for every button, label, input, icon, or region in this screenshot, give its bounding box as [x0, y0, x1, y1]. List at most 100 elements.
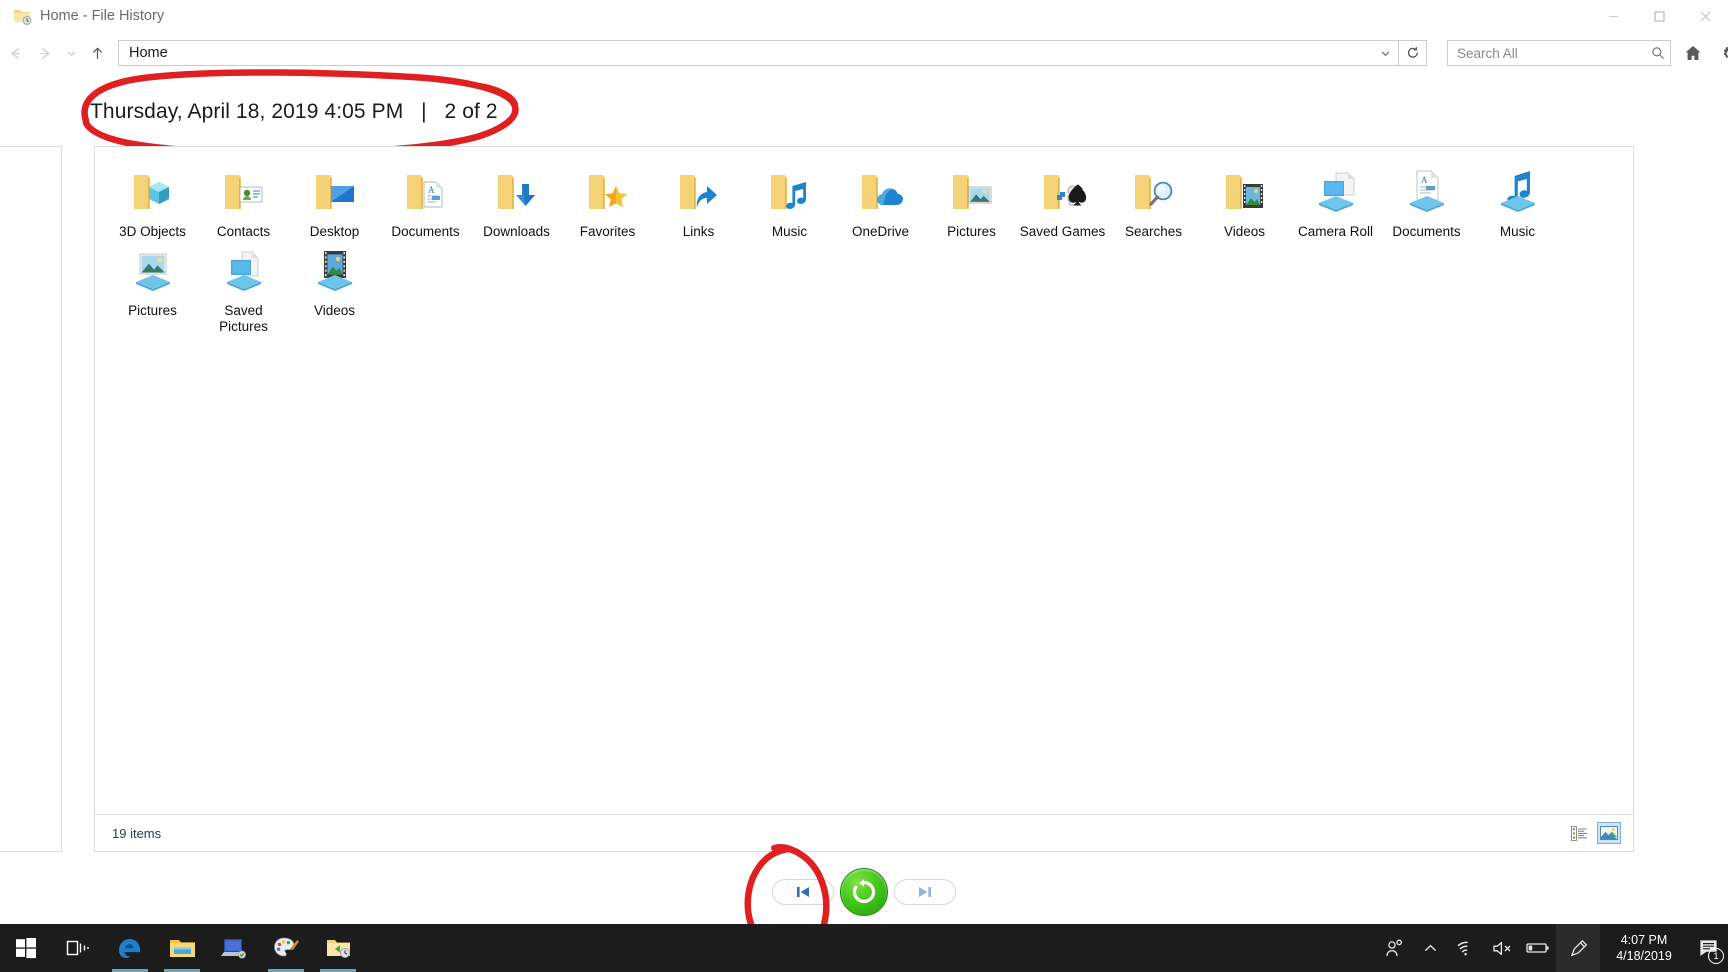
search-box[interactable]: Search All	[1447, 40, 1671, 66]
file-item[interactable]: Desktop	[289, 161, 380, 240]
file-item[interactable]: Saved Pictures	[198, 240, 289, 335]
file-item[interactable]: 3D Objects	[107, 161, 198, 240]
content-pane: 3D Objects Contacts Desktop A Documents Downl…	[94, 146, 1634, 852]
battery-icon[interactable]	[1520, 924, 1556, 972]
file-item[interactable]: Searches	[1108, 161, 1199, 240]
chevron-down-icon[interactable]	[1372, 41, 1398, 65]
close-button[interactable]	[1682, 0, 1728, 32]
items-grid[interactable]: 3D Objects Contacts Desktop A Documents Downl…	[95, 147, 1633, 814]
refresh-button[interactable]	[1399, 40, 1427, 66]
folder-searches-icon	[1126, 167, 1182, 217]
restore-button[interactable]	[840, 868, 888, 916]
file-item[interactable]: Pictures	[926, 161, 1017, 240]
home-icon[interactable]	[1679, 38, 1707, 68]
file-item-label: Desktop	[309, 224, 360, 239]
address-toolbar: Home Search All	[0, 32, 1728, 74]
file-item-label: Videos	[313, 303, 356, 318]
file-item-label: Documents	[391, 224, 460, 239]
file-item-label: Music	[1499, 224, 1536, 239]
show-hidden-icons-icon[interactable]	[1412, 924, 1448, 972]
large-icons-view-icon[interactable]	[1597, 822, 1621, 844]
svg-text:A: A	[1421, 175, 1428, 185]
edge-icon	[119, 939, 140, 958]
windows-logo-icon	[16, 938, 36, 959]
file-explorer-button[interactable]	[156, 924, 208, 972]
previous-version-icon	[797, 887, 809, 897]
recent-locations-button[interactable]	[60, 38, 82, 68]
navigation-pane[interactable]	[0, 146, 62, 852]
file-item-label: 3D Objects	[119, 224, 186, 239]
action-center-button[interactable]: 1	[1688, 924, 1728, 972]
file-item-label: Saved Pictures	[219, 303, 268, 334]
details-view-icon[interactable]	[1567, 822, 1591, 844]
file-item-label: Searches	[1124, 224, 1183, 239]
back-button[interactable]	[0, 38, 30, 68]
file-item-label: Downloads	[483, 224, 550, 239]
folder-pictures-icon	[944, 167, 1000, 217]
volume-muted-icon[interactable]	[1484, 924, 1520, 972]
folder-music-icon	[762, 167, 818, 217]
file-item-label: Documents	[1392, 224, 1461, 239]
folder-saved-games-icon	[1035, 167, 1091, 217]
folder-documents-icon: A	[398, 167, 454, 217]
folder-3d-objects-icon	[125, 167, 181, 217]
forward-button[interactable]	[30, 38, 60, 68]
file-item-label: Links	[682, 224, 715, 239]
pen-workspace-icon[interactable]	[1556, 924, 1600, 972]
file-item[interactable]: Saved Games	[1017, 161, 1108, 240]
folder-favorites-icon	[580, 167, 636, 217]
item-count: 19 items	[112, 825, 162, 841]
file-item[interactable]: Links	[653, 161, 744, 240]
file-item[interactable]: Favorites	[562, 161, 653, 240]
address-bar[interactable]: Home	[118, 40, 1399, 66]
file-item[interactable]: OneDrive	[835, 161, 926, 240]
file-explorer-icon	[169, 940, 195, 957]
clock-time: 4:07 PM	[1620, 933, 1668, 947]
next-version-button[interactable]	[894, 879, 956, 905]
window-controls	[1590, 0, 1728, 32]
file-item-label: Camera Roll	[1297, 224, 1374, 239]
paint-icon	[274, 937, 299, 957]
search-icon	[1646, 46, 1670, 60]
file-history-button[interactable]	[312, 924, 364, 972]
file-item[interactable]: Music	[744, 161, 835, 240]
edge-button[interactable]	[104, 924, 156, 972]
file-history-window: Home - File History Home Search All Thur…	[0, 0, 1728, 972]
file-item[interactable]: Pictures	[107, 240, 198, 335]
up-button[interactable]	[82, 38, 112, 68]
next-version-icon	[919, 887, 931, 897]
library-documents-icon: A	[1399, 167, 1455, 217]
gear-icon[interactable]	[1715, 38, 1728, 68]
network-icon[interactable]	[1448, 924, 1484, 972]
clock-date: 4/18/2019	[1616, 949, 1672, 963]
start-button[interactable]	[0, 924, 52, 972]
task-view-button[interactable]	[52, 924, 104, 972]
this-pc-button[interactable]	[208, 924, 260, 972]
svg-text:A: A	[428, 185, 435, 195]
paint-button[interactable]	[260, 924, 312, 972]
this-pc-icon	[221, 939, 246, 959]
library-camera-roll-icon	[1308, 167, 1364, 217]
restore-icon	[852, 879, 876, 904]
search-input[interactable]: Search All	[1448, 46, 1646, 61]
file-item[interactable]: Contacts	[198, 161, 289, 240]
file-item[interactable]: Downloads	[471, 161, 562, 240]
minimize-button[interactable]	[1590, 0, 1636, 32]
file-item[interactable]: Music	[1472, 161, 1563, 240]
people-icon[interactable]	[1376, 924, 1412, 972]
window-title: Home - File History	[40, 8, 165, 24]
title-bar: Home - File History	[0, 0, 1728, 32]
file-item[interactable]: Videos	[289, 240, 380, 335]
folder-onedrive-icon	[853, 167, 909, 217]
folder-downloads-icon	[489, 167, 545, 217]
file-item[interactable]: Camera Roll	[1290, 161, 1381, 240]
clock[interactable]: 4:07 PM 4/18/2019	[1600, 924, 1688, 972]
previous-version-button[interactable]	[772, 879, 834, 905]
maximize-button[interactable]	[1636, 0, 1682, 32]
file-item[interactable]: A Documents	[1381, 161, 1472, 240]
file-item[interactable]: Videos	[1199, 161, 1290, 240]
file-item-label: Favorites	[579, 224, 636, 239]
file-item[interactable]: A Documents	[380, 161, 471, 240]
file-history-folder-icon	[12, 6, 32, 26]
folder-links-icon	[671, 167, 727, 217]
